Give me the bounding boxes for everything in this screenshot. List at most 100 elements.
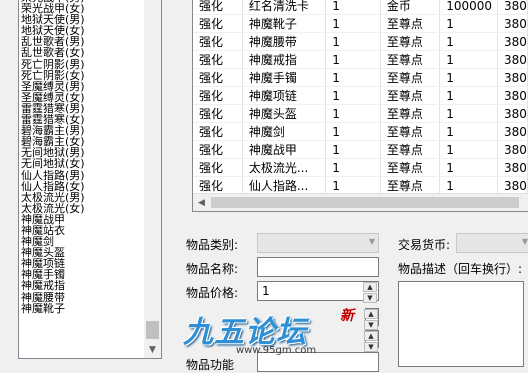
list-item[interactable]: 神魔靴子 (21, 303, 145, 314)
list-item[interactable]: 圣魔缚灵(男) (21, 81, 145, 92)
table-cell: 380 (497, 122, 528, 141)
scroll-thumb[interactable] (211, 197, 519, 208)
chevron-down-icon[interactable]: ▼ (144, 341, 161, 358)
list-item[interactable]: 神魔站衣 (21, 225, 145, 236)
list-item[interactable]: 荣光战甲(女) (21, 3, 145, 14)
table-cell: 至尊点 (380, 158, 441, 177)
table-cell: 1 (439, 176, 499, 195)
list-item[interactable]: 仙人指路(男) (21, 170, 145, 181)
item-price-input[interactable]: 1 ▲ ▼ (257, 281, 379, 303)
table-cell: 1 (325, 50, 381, 69)
spinner-3[interactable]: ▲ ▼ (364, 330, 379, 352)
list-item[interactable]: 太极流光(女) (21, 203, 145, 214)
table-row[interactable]: 强化 神魔戒指 1 至尊点 1 380 (193, 50, 528, 69)
table-row[interactable]: 强化 红名清洗卡 1 金币 100000 380 (193, 0, 528, 15)
currency-select[interactable]: ▼ (456, 233, 528, 253)
item-list-scrollbar[interactable]: ▼ (144, 0, 161, 358)
spin-down-icon[interactable]: ▼ (364, 320, 378, 330)
spin-down-icon[interactable]: ▼ (364, 342, 378, 352)
item-func-label: 物品功能 (186, 358, 235, 372)
list-item[interactable]: 无间地狱(女) (21, 158, 145, 169)
table-cell: 1 (439, 50, 499, 69)
currency-label: 交易货币: (398, 238, 451, 252)
table-cell: 380 (497, 86, 528, 105)
spinner-2[interactable]: ▲ ▼ (364, 308, 379, 330)
table-cell: 强化 (193, 176, 243, 195)
list-item[interactable]: 圣魔缚灵(女) (21, 92, 145, 103)
spin-up-icon[interactable]: ▲ (363, 282, 377, 292)
list-item[interactable]: 乱世歌者(女) (21, 47, 145, 58)
table-cell: 1 (325, 176, 381, 195)
table-cell: 强化 (193, 86, 243, 105)
list-item[interactable]: 神魔剑 (21, 236, 145, 247)
spin-down-icon[interactable]: ▼ (363, 293, 377, 303)
table-row[interactable]: 强化 神魔剑 1 至尊点 1 380 (193, 122, 528, 141)
list-item[interactable]: 雷霆猎寒(男) (21, 103, 145, 114)
spin-up-icon[interactable]: ▲ (364, 309, 378, 319)
list-item[interactable]: 地狱天使(男) (21, 14, 145, 25)
list-item[interactable]: 神魔戒指 (21, 280, 145, 291)
table-cell: 至尊点 (380, 104, 441, 123)
table-cell: 380 (497, 32, 528, 51)
table-cell: 强化 (193, 0, 243, 15)
table-cell: 1 (325, 86, 381, 105)
table-row[interactable]: 强化 神魔靴子 1 至尊点 1 380 (193, 14, 528, 33)
spinner-2-buttons[interactable]: ▲ ▼ (364, 309, 378, 330)
grid-horizontal-scrollbar[interactable]: ◀ (193, 193, 528, 211)
table-row[interactable]: 强化 神魔手镯 1 至尊点 1 380 (193, 68, 528, 87)
price-spinner[interactable]: ▲ ▼ (363, 282, 377, 303)
table-row[interactable]: 强化 神魔项链 1 至尊点 1 380 (193, 86, 528, 105)
table-cell: 神魔靴子 (242, 14, 327, 33)
spin-up-icon[interactable]: ▲ (364, 331, 378, 341)
list-item[interactable]: 神魔腰带 (21, 292, 145, 303)
list-item[interactable]: 神魔头盔 (21, 247, 145, 258)
table-cell: 强化 (193, 50, 243, 69)
list-item[interactable]: 神魔战甲 (21, 214, 145, 225)
item-list[interactable]: 荣光战甲(男)荣光战甲(女)地狱天使(男)地狱天使(女)乱世歌者(男)乱世歌者(… (18, 0, 162, 359)
list-item[interactable]: 仙人指路(女) (21, 181, 145, 192)
watermark-url: www.95gm.com (236, 345, 317, 356)
list-item[interactable]: 死亡阴影(男) (21, 59, 145, 70)
list-item[interactable]: 无间地狱(男) (21, 147, 145, 158)
chevron-down-icon: ▼ (368, 237, 375, 246)
list-item[interactable]: 碧海霸主(女) (21, 136, 145, 147)
table-row[interactable]: 强化 神魔腰带 1 至尊点 1 380 (193, 32, 528, 51)
spinner-3-buttons[interactable]: ▲ ▼ (364, 331, 378, 352)
list-item[interactable]: 太极流光(男) (21, 192, 145, 203)
table-row[interactable]: 强化 太极流光... 1 至尊点 1 380 (193, 158, 528, 177)
list-item[interactable]: 乱世歌者(男) (21, 36, 145, 47)
desc-textarea[interactable] (398, 281, 524, 367)
table-cell: 强化 (193, 14, 243, 33)
table-cell: 强化 (193, 68, 243, 87)
chevron-left-icon[interactable]: ◀ (193, 194, 210, 211)
table-cell: 1 (439, 86, 499, 105)
item-type-select[interactable]: ▼ (257, 233, 379, 253)
table-cell: 380 (497, 50, 528, 69)
list-item[interactable]: 碧海霸主(男) (21, 125, 145, 136)
list-item[interactable]: 死亡阴影(女) (21, 70, 145, 81)
item-name-label: 物品名称: (186, 262, 239, 276)
table-cell: 1 (439, 104, 499, 123)
table-cell: 强化 (193, 140, 243, 159)
list-item[interactable]: 神魔项链 (21, 258, 145, 269)
table-cell: 1 (325, 140, 381, 159)
table-cell: 神魔项链 (242, 86, 327, 105)
table-cell: 1 (439, 32, 499, 51)
table-cell: 强化 (193, 158, 243, 177)
table-row[interactable]: 强化 仙人指路... 1 至尊点 1 380 (193, 176, 528, 195)
list-item[interactable]: 神魔手镯 (21, 269, 145, 280)
table-cell: 至尊点 (380, 68, 441, 87)
table-cell: 至尊点 (380, 14, 441, 33)
item-name-input[interactable] (257, 257, 379, 277)
table-cell: 1 (325, 0, 381, 15)
table-cell: 神魔战甲 (242, 140, 327, 159)
table-row[interactable]: 强化 神魔头盔 1 至尊点 1 380 (193, 104, 528, 123)
list-item[interactable]: 地狱天使(女) (21, 25, 145, 36)
scroll-thumb[interactable] (146, 321, 159, 339)
shop-grid[interactable]: 强化 红名清洗卡 1 金币 100000 380 强化 神魔靴子 1 至尊点 1 380 强化 神魔腰带 1… (192, 0, 528, 212)
item-price-value: 1 (262, 284, 270, 298)
table-cell: 至尊点 (380, 122, 441, 141)
table-row[interactable]: 强化 神魔战甲 1 至尊点 1 380 (193, 140, 528, 159)
list-item[interactable]: 雷霆猎寒(女) (21, 114, 145, 125)
item-type-label: 物品类别: (186, 238, 239, 252)
